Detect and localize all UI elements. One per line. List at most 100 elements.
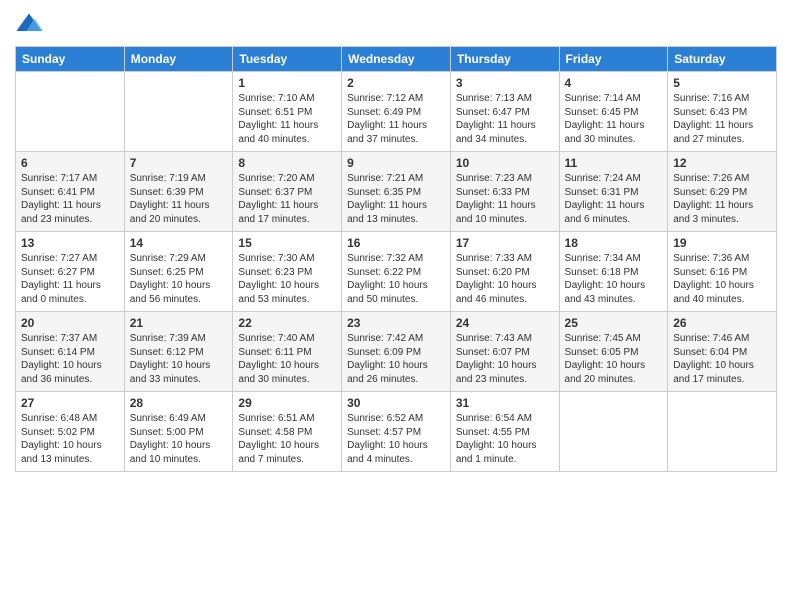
calendar-cell: 23 Sunrise: 7:42 AM Sunset: 6:09 PM Dayli… — [342, 312, 451, 392]
header-saturday: Saturday — [668, 47, 777, 72]
day-info: Sunrise: 6:52 AM Sunset: 4:57 PM Dayligh… — [347, 412, 445, 466]
calendar-page: Sunday Monday Tuesday Wednesday Thursday… — [0, 0, 792, 612]
day-number: 17 — [456, 236, 554, 250]
calendar-cell: 13 Sunrise: 7:27 AM Sunset: 6:27 PM Dayli… — [16, 232, 125, 312]
calendar-cell: 27Sunrise: 6:48 AM Sunset: 5:02 PM Dayli… — [16, 392, 125, 472]
day-number: 31 — [456, 396, 554, 410]
calendar-cell — [559, 392, 668, 472]
day-info: Sunrise: 7:42 AM Sunset: 6:09 PM Dayligh… — [347, 332, 445, 386]
calendar-cell — [668, 392, 777, 472]
header-sunday: Sunday — [16, 47, 125, 72]
day-number: 24 — [456, 316, 554, 330]
calendar-cell: 14 Sunrise: 7:29 AM Sunset: 6:25 PM Dayli… — [124, 232, 233, 312]
day-number: 30 — [347, 396, 445, 410]
day-info: Sunrise: 7:29 AM Sunset: 6:25 PM Dayligh… — [130, 252, 228, 306]
day-info: Sunrise: 7:19 AM Sunset: 6:39 PM Dayligh… — [130, 172, 228, 226]
calendar-cell: 4 Sunrise: 7:14 AM Sunset: 6:45 PM Daylig… — [559, 72, 668, 152]
day-info: Sunrise: 7:37 AM Sunset: 6:14 PM Dayligh… — [21, 332, 119, 386]
calendar-cell: 7Sunrise: 7:19 AM Sunset: 6:39 PM Daylig… — [124, 152, 233, 232]
calendar-cell: 11 Sunrise: 7:24 AM Sunset: 6:31 PM Dayli… — [559, 152, 668, 232]
header-tuesday: Tuesday — [233, 47, 342, 72]
day-info: Sunrise: 7:39 AM Sunset: 6:12 PM Dayligh… — [130, 332, 228, 386]
calendar-row-5: 27Sunrise: 6:48 AM Sunset: 5:02 PM Dayli… — [16, 392, 777, 472]
day-info: Sunrise: 6:51 AM Sunset: 4:58 PM Dayligh… — [238, 412, 336, 466]
day-number: 15 — [238, 236, 336, 250]
day-number: 10 — [456, 156, 554, 170]
calendar-cell: 5Sunrise: 7:16 AM Sunset: 6:43 PM Daylig… — [668, 72, 777, 152]
calendar-cell: 31Sunrise: 6:54 AM Sunset: 4:55 PM Dayli… — [450, 392, 559, 472]
weekday-header-row: Sunday Monday Tuesday Wednesday Thursday… — [16, 47, 777, 72]
header-thursday: Thursday — [450, 47, 559, 72]
day-info: Sunrise: 7:34 AM Sunset: 6:18 PM Dayligh… — [565, 252, 663, 306]
day-number: 27 — [21, 396, 119, 410]
day-info: Sunrise: 7:17 AM Sunset: 6:41 PM Dayligh… — [21, 172, 119, 226]
calendar-cell: 20 Sunrise: 7:37 AM Sunset: 6:14 PM Dayli… — [16, 312, 125, 392]
day-number: 3 — [456, 76, 554, 90]
day-info: Sunrise: 6:49 AM Sunset: 5:00 PM Dayligh… — [130, 412, 228, 466]
day-info: Sunrise: 7:20 AM Sunset: 6:37 PM Dayligh… — [238, 172, 336, 226]
day-number: 2 — [347, 76, 445, 90]
calendar-table: Sunday Monday Tuesday Wednesday Thursday… — [15, 46, 777, 472]
day-number: 23 — [347, 316, 445, 330]
day-number: 25 — [565, 316, 663, 330]
day-number: 14 — [130, 236, 228, 250]
calendar-cell: 24 Sunrise: 7:43 AM Sunset: 6:07 PM Dayli… — [450, 312, 559, 392]
day-number: 20 — [21, 316, 119, 330]
day-info: Sunrise: 7:36 AM Sunset: 6:16 PM Dayligh… — [673, 252, 771, 306]
day-number: 1 — [238, 76, 336, 90]
calendar-cell: 17 Sunrise: 7:33 AM Sunset: 6:20 PM Dayli… — [450, 232, 559, 312]
calendar-cell: 29 Sunrise: 6:51 AM Sunset: 4:58 PM Dayli… — [233, 392, 342, 472]
day-number: 18 — [565, 236, 663, 250]
day-info: Sunrise: 7:46 AM Sunset: 6:04 PM Dayligh… — [673, 332, 771, 386]
day-info: Sunrise: 7:12 AM Sunset: 6:49 PM Dayligh… — [347, 92, 445, 146]
header-wednesday: Wednesday — [342, 47, 451, 72]
day-info: Sunrise: 7:27 AM Sunset: 6:27 PM Dayligh… — [21, 252, 119, 306]
calendar-row-4: 20 Sunrise: 7:37 AM Sunset: 6:14 PM Dayli… — [16, 312, 777, 392]
day-number: 28 — [130, 396, 228, 410]
calendar-cell: 30 Sunrise: 6:52 AM Sunset: 4:57 PM Dayli… — [342, 392, 451, 472]
calendar-cell: 3Sunrise: 7:13 AM Sunset: 6:47 PM Daylig… — [450, 72, 559, 152]
day-info: Sunrise: 7:21 AM Sunset: 6:35 PM Dayligh… — [347, 172, 445, 226]
day-info: Sunrise: 7:14 AM Sunset: 6:45 PM Dayligh… — [565, 92, 663, 146]
calendar-cell: 6 Sunrise: 7:17 AM Sunset: 6:41 PM Daylig… — [16, 152, 125, 232]
day-info: Sunrise: 7:26 AM Sunset: 6:29 PM Dayligh… — [673, 172, 771, 226]
calendar-cell: 19 Sunrise: 7:36 AM Sunset: 6:16 PM Dayli… — [668, 232, 777, 312]
day-number: 13 — [21, 236, 119, 250]
day-number: 19 — [673, 236, 771, 250]
day-info: Sunrise: 7:33 AM Sunset: 6:20 PM Dayligh… — [456, 252, 554, 306]
calendar-cell: 26 Sunrise: 7:46 AM Sunset: 6:04 PM Dayli… — [668, 312, 777, 392]
day-number: 29 — [238, 396, 336, 410]
logo-icon — [15, 10, 43, 38]
header-monday: Monday — [124, 47, 233, 72]
day-info: Sunrise: 7:30 AM Sunset: 6:23 PM Dayligh… — [238, 252, 336, 306]
day-info: Sunrise: 7:23 AM Sunset: 6:33 PM Dayligh… — [456, 172, 554, 226]
day-info: Sunrise: 7:32 AM Sunset: 6:22 PM Dayligh… — [347, 252, 445, 306]
day-number: 16 — [347, 236, 445, 250]
calendar-body: 1 Sunrise: 7:10 AM Sunset: 6:51 PM Daylig… — [16, 72, 777, 472]
day-number: 5 — [673, 76, 771, 90]
day-number: 26 — [673, 316, 771, 330]
day-number: 22 — [238, 316, 336, 330]
logo — [15, 10, 47, 38]
day-number: 8 — [238, 156, 336, 170]
calendar-cell: 21Sunrise: 7:39 AM Sunset: 6:12 PM Dayli… — [124, 312, 233, 392]
calendar-row-1: 1 Sunrise: 7:10 AM Sunset: 6:51 PM Daylig… — [16, 72, 777, 152]
day-info: Sunrise: 7:45 AM Sunset: 6:05 PM Dayligh… — [565, 332, 663, 386]
calendar-cell: 8 Sunrise: 7:20 AM Sunset: 6:37 PM Daylig… — [233, 152, 342, 232]
calendar-cell: 25 Sunrise: 7:45 AM Sunset: 6:05 PM Dayli… — [559, 312, 668, 392]
day-info: Sunrise: 7:24 AM Sunset: 6:31 PM Dayligh… — [565, 172, 663, 226]
page-header — [15, 10, 777, 38]
calendar-cell: 9Sunrise: 7:21 AM Sunset: 6:35 PM Daylig… — [342, 152, 451, 232]
header-friday: Friday — [559, 47, 668, 72]
calendar-cell: 18 Sunrise: 7:34 AM Sunset: 6:18 PM Dayli… — [559, 232, 668, 312]
day-info: Sunrise: 7:43 AM Sunset: 6:07 PM Dayligh… — [456, 332, 554, 386]
calendar-cell: 1 Sunrise: 7:10 AM Sunset: 6:51 PM Daylig… — [233, 72, 342, 152]
calendar-row-2: 6 Sunrise: 7:17 AM Sunset: 6:41 PM Daylig… — [16, 152, 777, 232]
day-info: Sunrise: 7:10 AM Sunset: 6:51 PM Dayligh… — [238, 92, 336, 146]
day-number: 11 — [565, 156, 663, 170]
calendar-cell: 12Sunrise: 7:26 AM Sunset: 6:29 PM Dayli… — [668, 152, 777, 232]
day-number: 6 — [21, 156, 119, 170]
calendar-cell: 28 Sunrise: 6:49 AM Sunset: 5:00 PM Dayli… — [124, 392, 233, 472]
day-number: 4 — [565, 76, 663, 90]
calendar-cell: 10 Sunrise: 7:23 AM Sunset: 6:33 PM Dayli… — [450, 152, 559, 232]
